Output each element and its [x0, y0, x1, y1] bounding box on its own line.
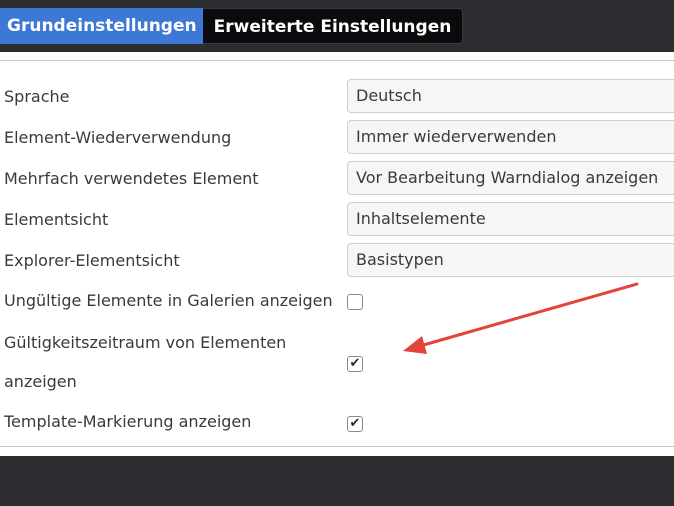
validity-period-checkbox[interactable]: ✔: [347, 356, 363, 372]
validity-period-label-line1: Gültigkeitszeitraum von Elementen: [4, 333, 287, 352]
footer-area: [0, 456, 674, 506]
element-view-select[interactable]: Inhaltselemente: [347, 202, 674, 236]
element-reuse-select[interactable]: Immer wiederverwenden: [347, 120, 674, 154]
language-select[interactable]: Deutsch: [347, 79, 674, 113]
explorer-element-view-label: Explorer-Elementsicht: [4, 251, 180, 270]
invalid-elements-gallery-label: Ungültige Elemente in Galerien anzeigen: [4, 291, 333, 310]
element-reuse-label: Element-Wiederverwendung: [4, 128, 232, 147]
tab-bar: Grundeinstellungen Erweiterte Einstellun…: [0, 0, 674, 52]
settings-panel: Sprache Deutsch Element-Wiederverwendung…: [0, 52, 674, 456]
multi-used-element-label: Mehrfach verwendetes Element: [4, 169, 259, 188]
element-view-label: Elementsicht: [4, 210, 109, 229]
template-marking-label: Template-Markierung anzeigen: [4, 412, 252, 431]
validity-period-label-line2: anzeigen: [4, 372, 77, 391]
tab-basic-settings[interactable]: Grundeinstellungen: [0, 8, 203, 44]
explorer-element-view-select[interactable]: Basistypen: [347, 243, 674, 277]
template-marking-checkbox[interactable]: ✔: [347, 416, 363, 432]
multi-used-element-select[interactable]: Vor Bearbeitung Warndialog anzeigen: [347, 161, 674, 195]
language-label: Sprache: [4, 87, 70, 106]
invalid-elements-gallery-checkbox[interactable]: [347, 294, 363, 310]
tab-advanced-settings[interactable]: Erweiterte Einstellungen: [203, 8, 463, 44]
